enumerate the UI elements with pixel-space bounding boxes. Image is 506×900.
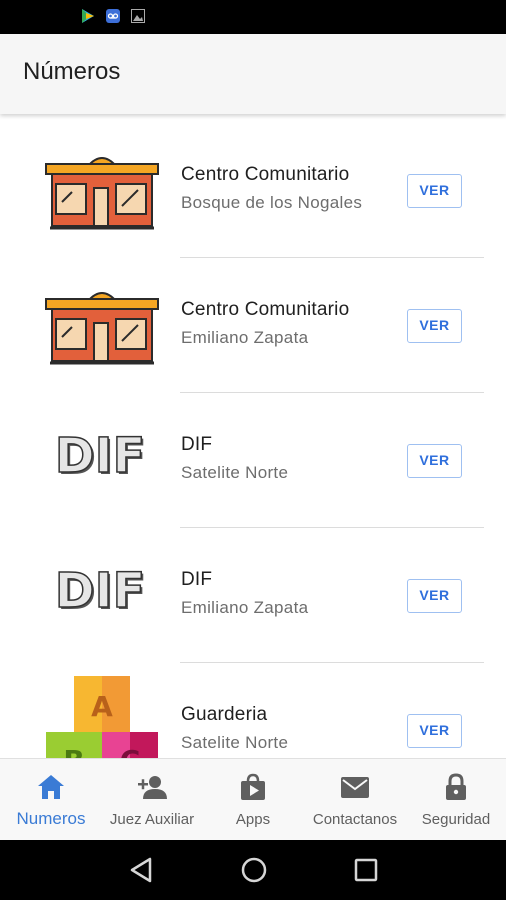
item-title: Guarderia xyxy=(181,704,268,725)
play-store-icon xyxy=(82,9,94,23)
item-title: Centro Comunitario xyxy=(181,299,350,320)
nav-label: Apps xyxy=(235,811,271,828)
dif-logo: DIF DIF xyxy=(54,562,147,621)
svg-text:A: A xyxy=(91,690,113,723)
home-icon xyxy=(38,775,64,799)
page-title: Números xyxy=(23,58,121,85)
list-item[interactable]: DIF DIF DIF Emiliano Zapata VER xyxy=(0,519,506,663)
nav-item-seguridad[interactable]: Seguridad xyxy=(406,759,506,841)
lock-icon xyxy=(446,773,466,800)
nav-label: Contactanos xyxy=(312,811,398,828)
mail-icon xyxy=(341,777,369,798)
home-circle-icon[interactable] xyxy=(240,856,268,884)
item-subtitle: Satelite Norte xyxy=(181,463,289,482)
dif-logo: DIF DIF xyxy=(54,427,147,486)
recents-icon[interactable] xyxy=(352,856,380,884)
svg-text:B: B xyxy=(63,744,84,758)
nav-item-contactanos[interactable]: Contactanos xyxy=(304,759,406,841)
item-subtitle: Satelite Norte xyxy=(181,733,289,752)
image-icon xyxy=(131,9,145,23)
voicemail-icon xyxy=(106,9,120,23)
ver-button[interactable]: VER xyxy=(407,579,462,613)
nav-item-apps[interactable]: Apps xyxy=(202,759,304,841)
back-icon[interactable] xyxy=(128,856,156,884)
community-center-icon xyxy=(45,292,159,365)
list-item[interactable]: Centro Comunitario Emiliano Zapata VER xyxy=(0,249,506,393)
item-subtitle: Emiliano Zapata xyxy=(181,328,309,347)
shopping-bag-play-icon xyxy=(241,773,265,800)
ver-button[interactable]: VER xyxy=(407,444,462,478)
bottom-navigation: Numeros Juez Auxiliar Apps Contactanos S… xyxy=(0,758,506,840)
numbers-list[interactable]: Centro Comunitario Bosque de los Nogales… xyxy=(0,114,506,758)
app-bar: Números xyxy=(0,34,506,114)
status-bar xyxy=(0,0,506,34)
svg-text:DIF: DIF xyxy=(55,563,146,619)
item-title: Centro Comunitario xyxy=(181,164,350,185)
svg-text:C: C xyxy=(120,744,141,758)
ver-button[interactable]: VER xyxy=(407,174,462,208)
list-item[interactable]: Centro Comunitario Bosque de los Nogales… xyxy=(0,114,506,258)
abc-blocks-icon: A B C xyxy=(46,676,158,758)
item-subtitle: Bosque de los Nogales xyxy=(181,193,363,212)
nav-item-juez-auxiliar[interactable]: Juez Auxiliar xyxy=(102,759,202,841)
nav-label: Numeros xyxy=(16,809,86,828)
item-subtitle: Emiliano Zapata xyxy=(181,598,309,617)
item-title: DIF xyxy=(181,434,213,455)
ver-button[interactable]: VER xyxy=(407,309,462,343)
nav-label: Juez Auxiliar xyxy=(109,811,195,828)
add-person-icon xyxy=(138,776,167,799)
list-item[interactable]: A B C Guarderia Satelite Norte VER xyxy=(0,654,506,758)
svg-text:DIF: DIF xyxy=(55,428,146,484)
community-center-icon xyxy=(45,157,159,230)
list-item[interactable]: DIF DIF DIF Satelite Norte VER xyxy=(0,384,506,528)
ver-button[interactable]: VER xyxy=(407,714,462,748)
nav-label: Seguridad xyxy=(421,811,491,828)
system-navigation-bar xyxy=(0,840,506,900)
item-title: DIF xyxy=(181,569,213,590)
nav-item-numeros[interactable]: Numeros xyxy=(0,759,102,841)
